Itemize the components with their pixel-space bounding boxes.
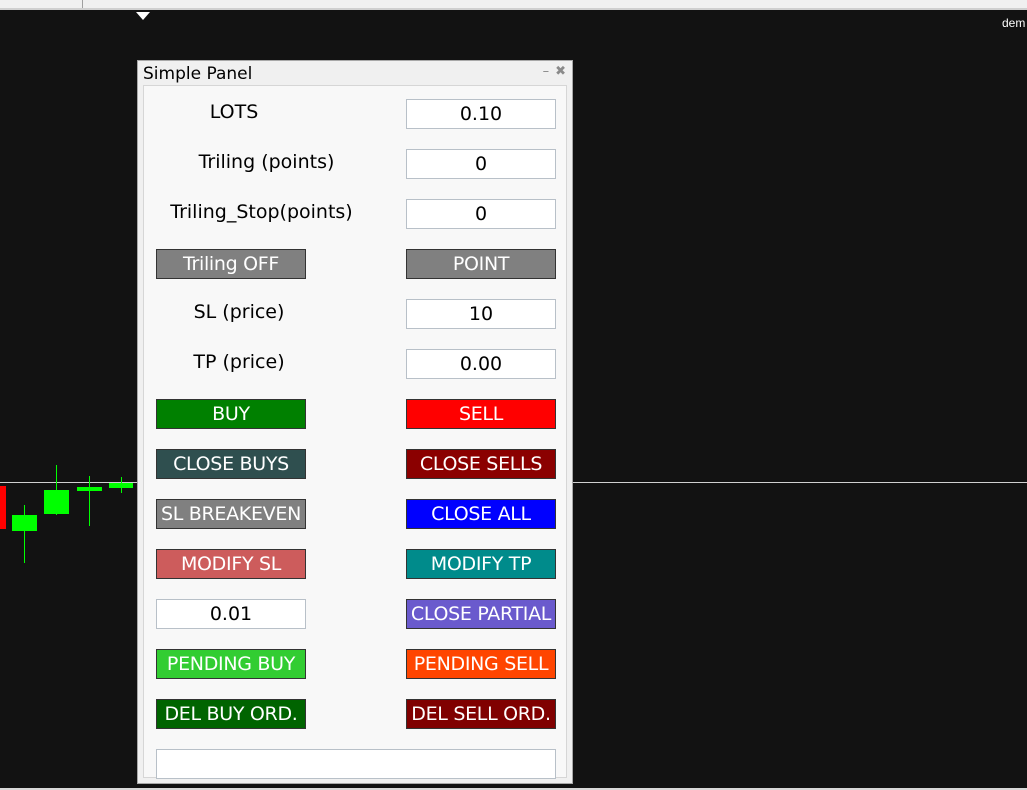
trailing-toggle-button[interactable]: Triling OFF xyxy=(156,249,306,279)
lots-label: LOTS xyxy=(209,101,259,123)
panel-body: LOTS 0.10 Triling (points) 0 Triling_Sto… xyxy=(143,85,567,779)
close-sells-button[interactable]: CLOSE SELLS xyxy=(406,449,556,479)
modify-sl-button[interactable]: MODIFY SL xyxy=(156,549,306,579)
buy-button[interactable]: BUY xyxy=(156,399,306,429)
modify-tp-button[interactable]: MODIFY TP xyxy=(406,549,556,579)
pending-sell-button[interactable]: PENDING SELL xyxy=(406,649,556,679)
top-bar-separator xyxy=(82,0,83,8)
chart-shift-marker-icon[interactable] xyxy=(136,12,150,20)
delete-buy-orders-button[interactable]: DEL BUY ORD. xyxy=(156,699,306,729)
sl-input[interactable]: 10 xyxy=(406,299,556,329)
delete-sell-orders-button[interactable]: DEL SELL ORD. xyxy=(406,699,556,729)
sell-button[interactable]: SELL xyxy=(406,399,556,429)
close-buys-button[interactable]: CLOSE BUYS xyxy=(156,449,306,479)
partial-lots-input[interactable]: 0.01 xyxy=(156,599,306,629)
trailing-stop-input[interactable]: 0 xyxy=(406,199,556,229)
simple-panel: Simple Panel – ✖ LOTS 0.10 Triling (poin… xyxy=(137,60,573,784)
sl-label: SL (price) xyxy=(193,301,285,323)
close-icon[interactable]: ✖ xyxy=(555,64,566,79)
trailing-input[interactable]: 0 xyxy=(406,149,556,179)
trailing-label: Triling (points) xyxy=(198,151,335,173)
tp-input[interactable]: 0.00 xyxy=(406,349,556,379)
status-field xyxy=(156,749,556,779)
tp-label: TP (price) xyxy=(193,351,285,373)
close-all-button[interactable]: CLOSE ALL xyxy=(406,499,556,529)
panel-title: Simple Panel xyxy=(143,64,253,84)
close-partial-button[interactable]: CLOSE PARTIAL xyxy=(406,599,556,629)
account-label: dem xyxy=(1002,16,1026,30)
minimize-icon[interactable]: – xyxy=(543,64,550,79)
pending-buy-button[interactable]: PENDING BUY xyxy=(156,649,306,679)
trailing-stop-label: Triling_Stop(points) xyxy=(170,201,353,223)
sl-breakeven-button[interactable]: SL BREAKEVEN xyxy=(156,499,306,529)
lots-input[interactable]: 0.10 xyxy=(406,99,556,129)
window-top-bar xyxy=(0,0,1027,10)
point-button[interactable]: POINT xyxy=(406,249,556,279)
